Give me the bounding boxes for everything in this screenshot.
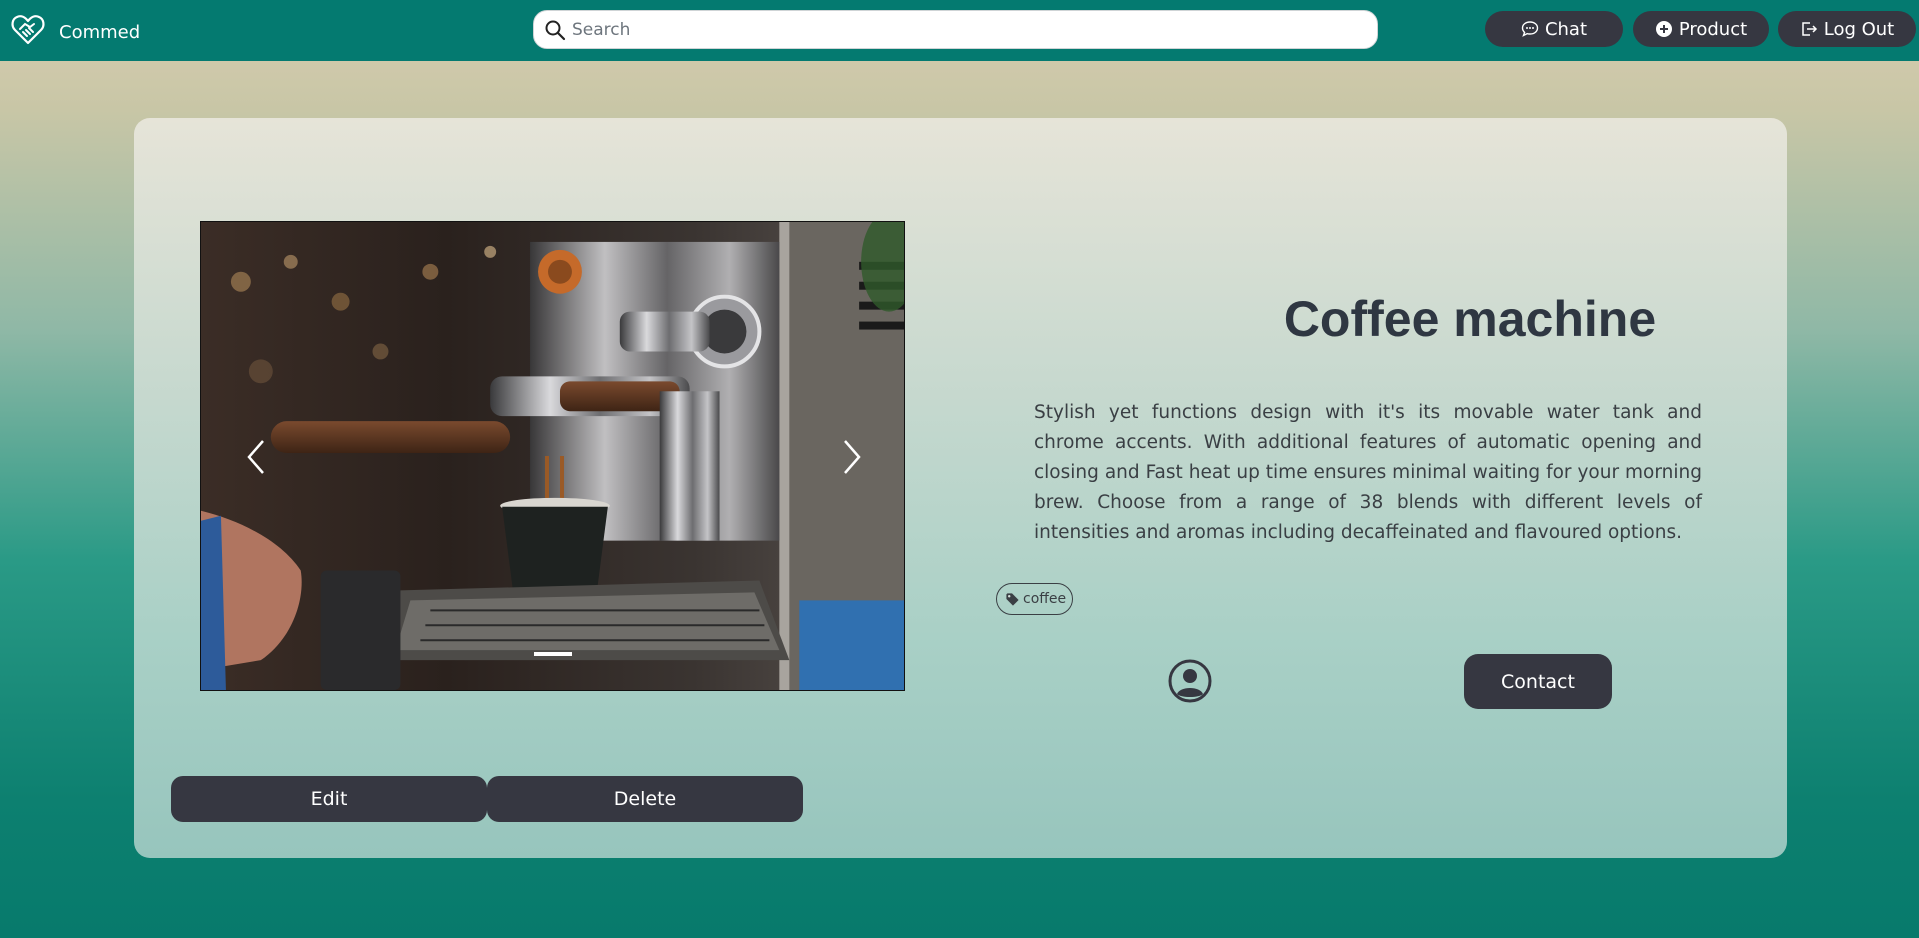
- logout-icon: [1801, 22, 1817, 36]
- search-bar[interactable]: [533, 10, 1378, 49]
- product-description: Stylish yet functions design with it's i…: [1034, 402, 1702, 543]
- product-tag[interactable]: coffee: [996, 583, 1074, 615]
- user-circle-icon[interactable]: [1168, 659, 1212, 703]
- product-button[interactable]: Product: [1633, 11, 1769, 47]
- chat-button[interactable]: Chat: [1485, 11, 1623, 47]
- search-icon: [545, 20, 566, 40]
- logout-button-label: Log Out: [1823, 18, 1895, 40]
- plus-circle-icon: [1655, 21, 1672, 37]
- chat-bubble-icon: [1521, 21, 1539, 37]
- navbar: Commed Chat Product Log Out: [0, 0, 1919, 61]
- carousel-indicator[interactable]: [534, 652, 572, 656]
- chevron-left-icon: [247, 440, 264, 474]
- product-title: Coffee machine: [1283, 291, 1657, 347]
- heart-handshake-icon: [10, 12, 46, 52]
- chevron-right-icon: [844, 440, 861, 474]
- search-input[interactable]: [572, 14, 1352, 45]
- product-card: Coffee machine Stylish yet functions des…: [134, 118, 1787, 858]
- product-button-label: Product: [1678, 18, 1748, 40]
- carousel-prev-button[interactable]: [235, 432, 275, 482]
- logout-button[interactable]: Log Out: [1778, 11, 1916, 47]
- tag-label: coffee: [1023, 591, 1067, 607]
- brand-name: Commed: [59, 21, 141, 43]
- chat-button-label: Chat: [1544, 18, 1588, 40]
- tag-icon: [1006, 592, 1019, 606]
- product-photo: [201, 222, 904, 690]
- image-carousel[interactable]: [200, 221, 905, 691]
- edit-button[interactable]: Edit: [171, 776, 487, 822]
- brand[interactable]: Commed: [10, 12, 140, 52]
- contact-button[interactable]: Contact: [1464, 654, 1612, 709]
- delete-button[interactable]: Delete: [487, 776, 803, 822]
- carousel-next-button[interactable]: [833, 432, 873, 482]
